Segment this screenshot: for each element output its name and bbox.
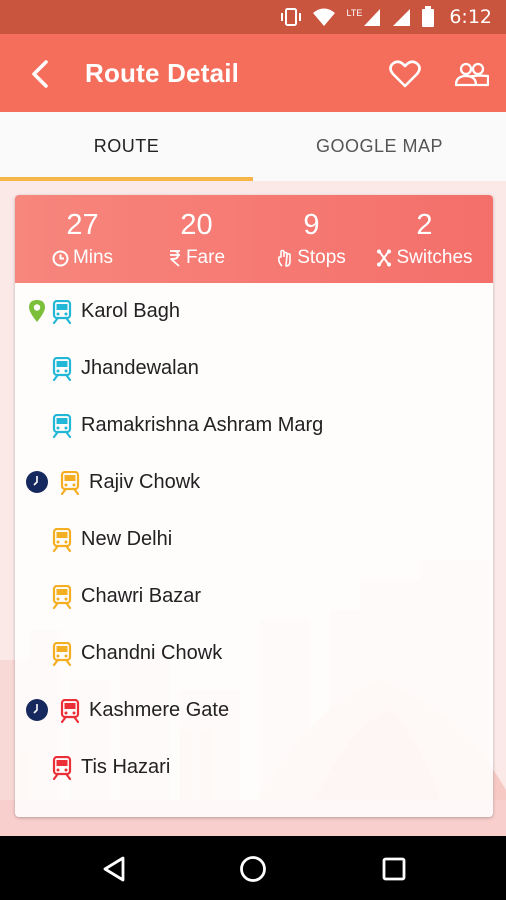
system-nav-bar — [0, 836, 506, 900]
battery-icon — [422, 6, 435, 27]
tab-indicator — [0, 177, 253, 181]
tab-bar: ROUTE GOOGLE MAP — [0, 112, 506, 181]
people-icon — [455, 62, 489, 87]
fare-value: 20 — [180, 209, 213, 241]
recents-square-icon — [382, 857, 406, 881]
nav-home-button[interactable] — [236, 852, 270, 886]
favorite-button[interactable] — [386, 55, 424, 93]
train-icon — [52, 357, 72, 381]
switches-label: Switches — [396, 247, 473, 268]
switches-value: 2 — [416, 209, 433, 241]
station-name: Kashmere Gate — [89, 699, 230, 721]
signal-icon — [393, 9, 411, 26]
station-name: New Delhi — [81, 528, 173, 550]
home-circle-icon — [240, 856, 266, 882]
station-row[interactable]: Jhandewalan — [15, 340, 493, 397]
station-row[interactable]: Chandni Chowk — [15, 625, 493, 682]
status-bar: LTE 6:12 — [0, 0, 506, 34]
people-button[interactable] — [452, 55, 492, 93]
station-row[interactable]: Karol Bagh — [15, 283, 493, 340]
lte-signal-icon: LTE — [346, 7, 381, 27]
vibrate-icon — [281, 8, 302, 26]
start-pin-icon — [25, 299, 49, 323]
page-title: Route Detail — [85, 58, 240, 88]
train-icon — [52, 585, 72, 609]
station-name: Ramakrishna Ashram Marg — [81, 414, 324, 436]
station-name: Rajiv Chowk — [89, 471, 201, 493]
station-name: Karol Bagh — [81, 300, 180, 322]
stat-switches: 2 Switches — [365, 195, 484, 283]
wifi-icon — [313, 8, 336, 26]
stops-value: 9 — [303, 209, 320, 241]
train-icon — [52, 642, 72, 666]
train-icon — [60, 471, 80, 495]
lte-label: LTE — [346, 8, 363, 18]
station-row[interactable]: New Delhi — [15, 511, 493, 568]
nav-recents-button[interactable] — [377, 852, 411, 886]
signal-icon — [364, 9, 381, 26]
station-row[interactable]: Kashmere Gate — [15, 682, 493, 739]
route-summary: 27 Mins 20 Fare 9 Stops 2 Switches — [15, 195, 493, 283]
route-card: 27 Mins 20 Fare 9 Stops 2 Switches Karol… — [15, 195, 493, 817]
station-row[interactable]: Rajiv Chowk — [15, 454, 493, 511]
app-bar: Route Detail — [0, 34, 506, 112]
interchange-icon — [25, 470, 49, 494]
mins-value: 27 — [66, 209, 99, 241]
fare-label: Fare — [185, 247, 226, 268]
clock-icon — [52, 250, 69, 266]
station-name: Chandni Chowk — [81, 642, 223, 664]
nav-back-button[interactable] — [97, 852, 131, 886]
status-icons: LTE 6:12 — [280, 6, 492, 28]
station-row[interactable]: Chawri Bazar — [15, 568, 493, 625]
train-icon — [52, 756, 72, 780]
heart-icon — [389, 60, 421, 88]
back-button[interactable] — [22, 56, 58, 92]
stat-stops: 9 Stops — [252, 195, 371, 283]
stops-label: Stops — [297, 247, 346, 268]
train-icon — [60, 699, 80, 723]
stat-mins: 27 Mins — [23, 195, 142, 283]
interchange-icon — [25, 698, 49, 722]
train-icon — [52, 414, 72, 438]
train-icon — [52, 300, 72, 324]
station-name: Jhandewalan — [81, 357, 199, 379]
switch-icon — [377, 249, 392, 267]
station-name: Tis Hazari — [81, 756, 171, 778]
tab-google-map[interactable]: GOOGLE MAP — [253, 112, 506, 181]
station-row[interactable]: Ramakrishna Ashram Marg — [15, 397, 493, 454]
train-icon — [52, 528, 72, 552]
hand-icon — [278, 249, 292, 267]
back-triangle-icon — [103, 856, 125, 882]
status-time: 6:12 — [449, 6, 492, 28]
back-arrow-icon — [32, 60, 48, 88]
rupee-icon — [169, 250, 180, 267]
station-row[interactable]: Tis Hazari — [15, 739, 493, 796]
station-name: Chawri Bazar — [81, 585, 202, 607]
mins-label: Mins — [72, 247, 114, 268]
stat-fare: 20 Fare — [137, 195, 256, 283]
tab-route[interactable]: ROUTE — [0, 112, 253, 181]
